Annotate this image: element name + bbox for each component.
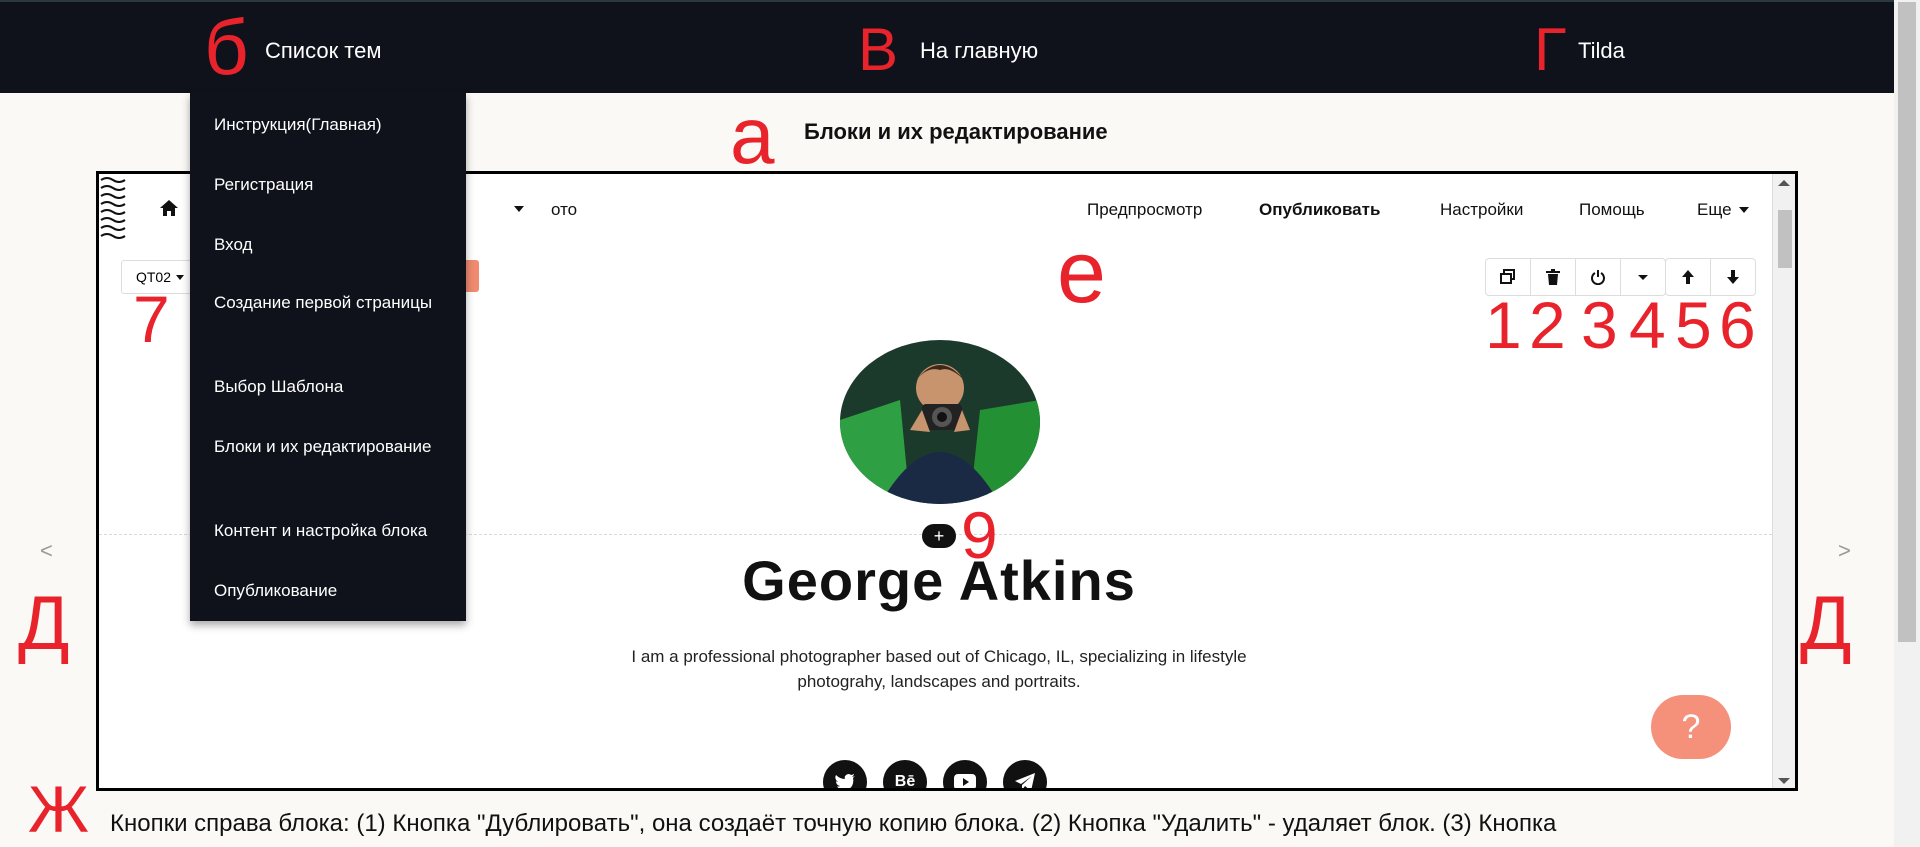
topics-dropdown: Инструкция(Главная) Регистрация Вход Соз…	[190, 93, 466, 621]
settings-link[interactable]: Настройки	[1440, 200, 1523, 220]
marker-6: 6	[1719, 288, 1756, 362]
marker-3: 3	[1581, 288, 1618, 362]
caret-down-icon	[176, 274, 184, 280]
frame-scrollbar[interactable]	[1772, 174, 1795, 788]
editor-nav-partial[interactable]: ото	[551, 200, 577, 220]
duplicate-icon	[1500, 269, 1515, 284]
twitter-icon[interactable]	[823, 760, 867, 788]
marker-g: Г	[1534, 16, 1567, 83]
chevron-down-icon[interactable]	[514, 206, 524, 212]
dropdown-item-template[interactable]: Выбор Шаблона	[214, 375, 444, 399]
marker-d-left: Д	[18, 581, 70, 666]
dropdown-item-publish[interactable]: Опубликование	[214, 579, 444, 603]
dropdown-item-first-page[interactable]: Создание первой страницы	[214, 291, 444, 315]
telegram-icon[interactable]	[1003, 760, 1047, 788]
prev-arrow[interactable]: <	[40, 538, 53, 564]
marker-7: 7	[133, 282, 170, 356]
top-navbar: б Список тем В На главную Г Tilda	[0, 0, 1894, 93]
publish-link[interactable]: Опубликовать	[1259, 200, 1380, 220]
frame-scroll-thumb[interactable]	[1778, 210, 1792, 268]
next-arrow[interactable]: >	[1838, 538, 1851, 564]
marker-b: б	[204, 3, 249, 91]
marker-5: 5	[1675, 288, 1712, 362]
scroll-up-icon[interactable]	[1778, 180, 1790, 186]
caret-down-icon	[1638, 274, 1648, 280]
dropdown-item-registration[interactable]: Регистрация	[214, 173, 444, 197]
marker-a: а	[730, 91, 775, 180]
plus-icon: +	[933, 525, 945, 546]
dropdown-item-content[interactable]: Контент и настройка блока	[214, 519, 444, 543]
more-chevron-icon[interactable]	[1739, 207, 1749, 213]
add-block-button[interactable]: +	[922, 524, 956, 548]
wave-pattern-icon	[100, 177, 126, 239]
blocks-description: Кнопки справа блока: (1) Кнопка "Дублиро…	[110, 810, 1557, 837]
marker-zh: Ж	[28, 772, 89, 846]
nav-home[interactable]: На главную	[920, 38, 1038, 64]
preview-link[interactable]: Предпросмотр	[1087, 200, 1202, 220]
home-icon[interactable]	[159, 198, 179, 223]
scroll-down-icon[interactable]	[1778, 778, 1790, 784]
behance-icon[interactable]: Bē	[883, 760, 927, 788]
marker-4: 4	[1629, 288, 1666, 362]
page-scroll-thumb[interactable]	[1898, 2, 1916, 642]
arrow-up-icon	[1682, 270, 1694, 284]
more-link[interactable]: Еще	[1697, 200, 1732, 220]
page-scrollbar[interactable]	[1894, 0, 1920, 847]
marker-v: В	[858, 16, 899, 83]
profile-photo	[840, 340, 1040, 504]
marker-1: 1	[1485, 288, 1522, 362]
dropdown-item-blocks[interactable]: Блоки и их редактирование	[214, 435, 444, 459]
nav-tilda[interactable]: Tilda	[1578, 38, 1625, 64]
marker-d-right: Д	[1800, 581, 1852, 666]
page-title: Блоки и их редактирование	[804, 119, 1108, 144]
power-icon	[1591, 270, 1605, 285]
dropdown-item-instruction[interactable]: Инструкция(Главная)	[214, 113, 444, 137]
arrow-down-icon	[1727, 270, 1739, 284]
marker-2: 2	[1529, 288, 1566, 362]
youtube-icon[interactable]	[943, 760, 987, 788]
dropdown-item-login[interactable]: Вход	[214, 233, 444, 257]
marker-e: е	[1057, 222, 1106, 321]
profile-bio: I am a professional photographer based o…	[631, 647, 1247, 691]
help-link[interactable]: Помощь	[1579, 200, 1645, 220]
nav-topics-list[interactable]: Список тем	[265, 38, 382, 64]
trash-icon	[1546, 269, 1560, 285]
help-button[interactable]: ?	[1651, 695, 1731, 759]
